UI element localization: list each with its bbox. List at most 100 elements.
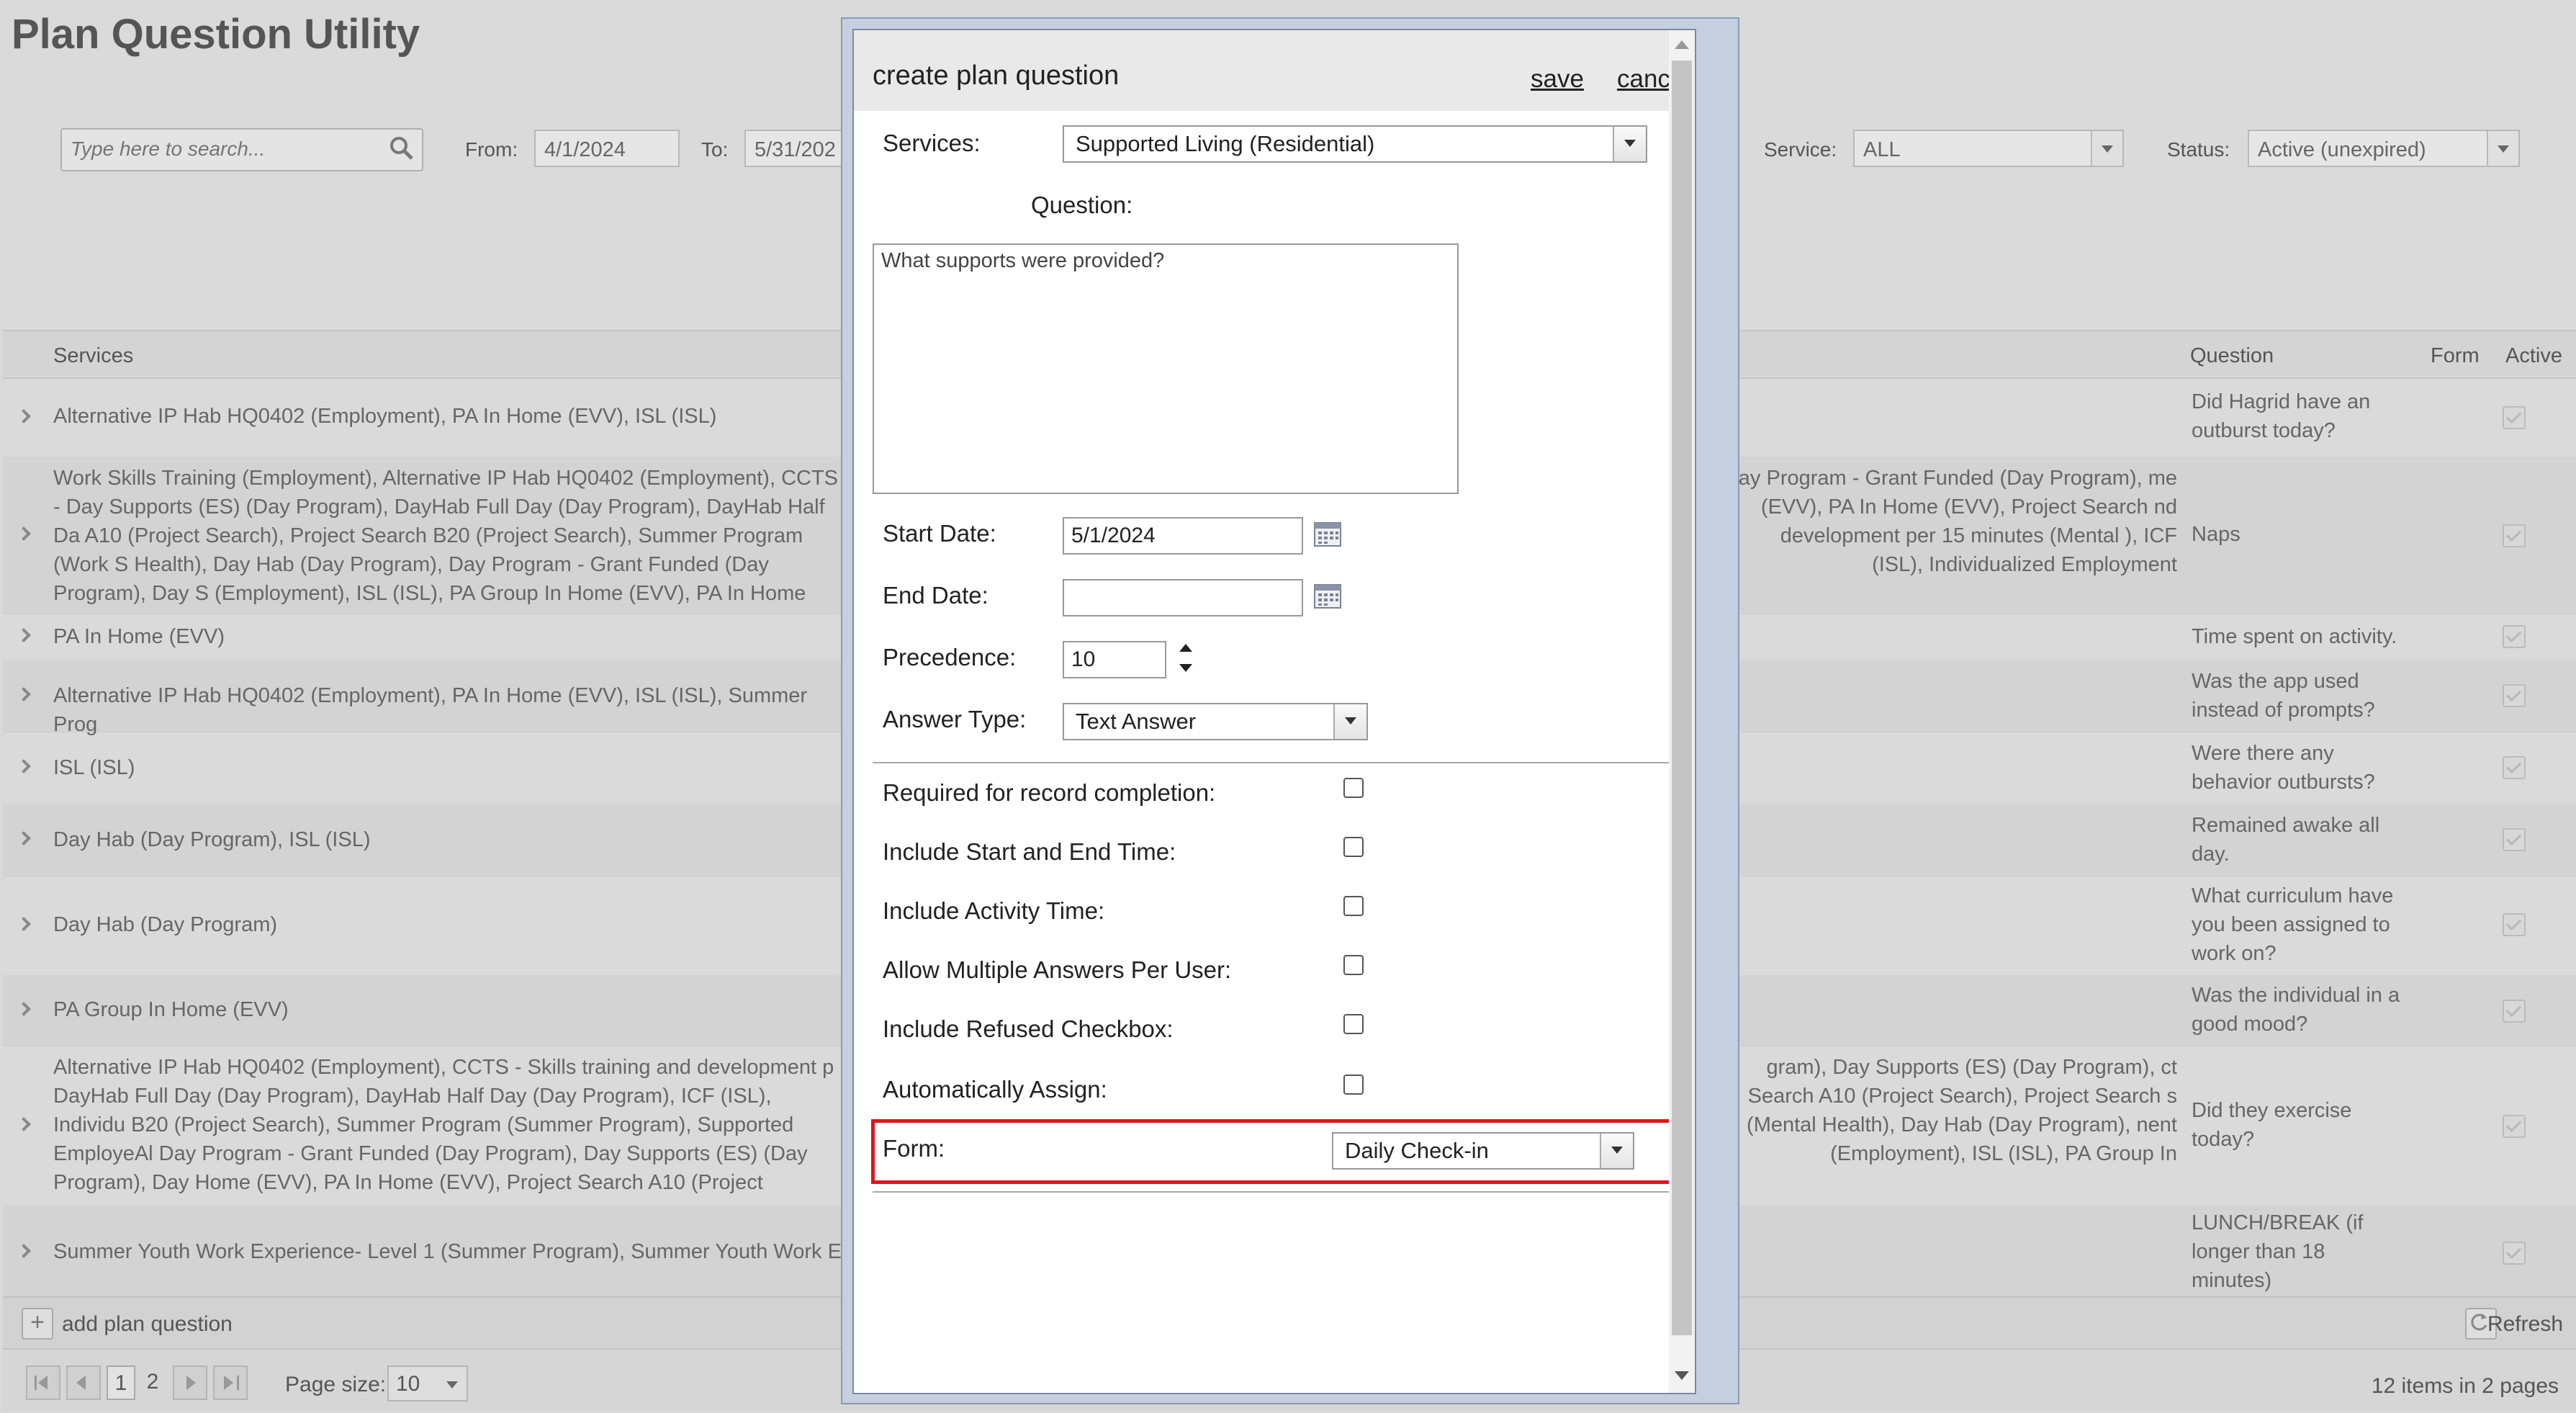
required-for-completion-checkbox[interactable] bbox=[1343, 778, 1364, 798]
refresh-button[interactable]: Refresh bbox=[2487, 1312, 2563, 1337]
add-plan-question-button[interactable]: add plan question bbox=[62, 1312, 233, 1337]
row-question: What curriculum have you been assigned t… bbox=[2192, 884, 2394, 965]
checkbox-label: Automatically Assign: bbox=[883, 1076, 1107, 1103]
row-question: Was the app used instead of prompts? bbox=[2192, 670, 2375, 722]
search-box[interactable] bbox=[60, 128, 423, 171]
expand-row-icon[interactable] bbox=[16, 629, 32, 645]
row-active-checkbox bbox=[2503, 1115, 2526, 1138]
end-date-label: End Date: bbox=[883, 582, 988, 609]
row-services-continued: gram), Day Supports (ES) (Day Program), … bbox=[1747, 1056, 2177, 1165]
create-plan-question-dialog: create plan question save cancel Service… bbox=[841, 17, 1739, 1404]
row-question: LUNCH/BREAK (if longer than 18 minutes) bbox=[2192, 1211, 2364, 1292]
first-page-icon[interactable] bbox=[26, 1365, 60, 1400]
increment-icon[interactable] bbox=[1179, 644, 1192, 652]
row-services: Alternative IP Hab HQ0402 (Employment), … bbox=[53, 405, 717, 428]
start-date-label: Start Date: bbox=[883, 520, 996, 547]
precedence-label: Precedence: bbox=[883, 644, 1017, 670]
service-filter-select[interactable]: ALL bbox=[1853, 130, 2124, 167]
question-textarea[interactable]: What supports were provided? bbox=[873, 243, 1459, 494]
row-active-checkbox bbox=[2503, 684, 2526, 707]
divider bbox=[873, 762, 1679, 763]
expand-row-icon[interactable] bbox=[16, 760, 32, 776]
previous-page-icon[interactable] bbox=[66, 1365, 101, 1400]
status-filter-label: Status: bbox=[2167, 138, 2230, 161]
answer-type-select[interactable]: Text Answer bbox=[1063, 703, 1368, 740]
chevron-down-icon[interactable] bbox=[1613, 127, 1646, 161]
from-label: From: bbox=[465, 138, 518, 161]
dialog-title: create plan question bbox=[873, 60, 1120, 91]
services-select[interactable]: Supported Living (Residential) bbox=[1063, 125, 1647, 163]
row-question: Remained awake all day. bbox=[2192, 814, 2380, 866]
expand-row-icon[interactable] bbox=[16, 410, 32, 426]
row-active-checkbox bbox=[2503, 625, 2526, 648]
expand-row-icon[interactable] bbox=[16, 527, 32, 543]
dialog-scrollbar[interactable] bbox=[1669, 30, 1695, 1393]
allow-multiple-answers-checkbox[interactable] bbox=[1343, 955, 1364, 975]
checkbox-label: Required for record completion: bbox=[883, 779, 1216, 806]
row-active-checkbox bbox=[2503, 913, 2526, 936]
expand-row-icon[interactable] bbox=[16, 688, 32, 704]
page-1-button[interactable]: 1 bbox=[107, 1365, 135, 1400]
column-header-active[interactable]: Active bbox=[2505, 344, 2562, 368]
expand-row-icon[interactable] bbox=[16, 1118, 32, 1134]
row-services-continued: ay Program - Grant Funded (Day Program),… bbox=[1738, 467, 2177, 576]
form-label: Form: bbox=[883, 1135, 945, 1162]
from-date-field[interactable]: 4/1/2024 bbox=[534, 130, 680, 167]
end-date-input[interactable] bbox=[1063, 579, 1303, 616]
dialog-titlebar: create plan question save cancel bbox=[854, 30, 1695, 111]
row-question: Were there any behavior outbursts? bbox=[2192, 742, 2375, 794]
row-services: Alternative IP Hab HQ0402 (Employment), … bbox=[53, 684, 808, 736]
search-icon[interactable] bbox=[389, 135, 415, 161]
row-services: Day Hab (Day Program) bbox=[53, 913, 278, 936]
scroll-down-icon[interactable] bbox=[1675, 1371, 1689, 1380]
calendar-icon[interactable] bbox=[1313, 520, 1342, 547]
scroll-thumb[interactable] bbox=[1672, 60, 1692, 1335]
expand-row-icon[interactable] bbox=[16, 1002, 32, 1018]
page-2-button[interactable]: 2 bbox=[138, 1365, 167, 1400]
start-date-input[interactable] bbox=[1063, 517, 1303, 555]
scroll-up-icon[interactable] bbox=[1675, 40, 1689, 49]
service-filter-value: ALL bbox=[1863, 138, 1901, 161]
expand-row-icon[interactable] bbox=[16, 918, 32, 933]
chevron-down-icon[interactable] bbox=[2091, 131, 2122, 166]
page-size-select[interactable]: 10 bbox=[387, 1365, 468, 1401]
form-value: Daily Check-in bbox=[1345, 1138, 1489, 1163]
row-question: Was the individual in a good mood? bbox=[2192, 984, 2400, 1036]
decrement-icon[interactable] bbox=[1179, 664, 1192, 672]
question-label: Question: bbox=[1031, 192, 1133, 218]
column-header-form[interactable]: Form bbox=[2431, 344, 2480, 368]
page-size-value: 10 bbox=[396, 1372, 420, 1396]
precedence-stepper[interactable] bbox=[1063, 641, 1166, 678]
include-start-end-time-checkbox[interactable] bbox=[1343, 837, 1364, 857]
service-filter-label: Service: bbox=[1764, 138, 1837, 161]
next-page-icon[interactable] bbox=[173, 1365, 207, 1400]
chevron-down-icon[interactable] bbox=[1333, 704, 1366, 739]
include-activity-time-checkbox[interactable] bbox=[1343, 896, 1364, 916]
chevron-down-icon[interactable] bbox=[1600, 1134, 1633, 1168]
row-active-checkbox bbox=[2503, 406, 2526, 429]
chevron-down-icon[interactable] bbox=[2487, 131, 2518, 166]
last-page-icon[interactable] bbox=[213, 1365, 248, 1400]
expand-row-icon[interactable] bbox=[16, 1244, 32, 1260]
automatically-assign-checkbox[interactable] bbox=[1343, 1075, 1364, 1095]
calendar-icon[interactable] bbox=[1313, 582, 1342, 609]
row-question: Did they exercise today? bbox=[2192, 1099, 2352, 1151]
include-refused-checkbox[interactable] bbox=[1343, 1014, 1364, 1034]
status-filter-select[interactable]: Active (unexpired) bbox=[2248, 130, 2520, 167]
to-date-field[interactable]: 5/31/202 bbox=[744, 130, 845, 167]
checkbox-label: Include Start and End Time: bbox=[883, 838, 1176, 865]
column-header-services[interactable]: Services bbox=[53, 344, 133, 368]
row-active-checkbox bbox=[2503, 524, 2526, 547]
expand-row-icon[interactable] bbox=[16, 832, 32, 848]
answer-type-value: Text Answer bbox=[1076, 709, 1197, 734]
row-services: Alternative IP Hab HQ0402 (Employment), … bbox=[53, 1056, 834, 1194]
column-header-question[interactable]: Question bbox=[2190, 344, 2274, 368]
search-input[interactable] bbox=[62, 130, 374, 169]
row-active-checkbox bbox=[2503, 756, 2526, 779]
checkbox-label: Allow Multiple Answers Per User: bbox=[883, 956, 1232, 983]
form-select[interactable]: Daily Check-in bbox=[1332, 1132, 1634, 1170]
items-count: 12 items in 2 pages bbox=[2371, 1374, 2559, 1398]
plus-icon[interactable]: + bbox=[22, 1308, 53, 1340]
row-services: Work Skills Training (Employment), Alter… bbox=[53, 467, 839, 605]
save-button[interactable]: save bbox=[1531, 65, 1584, 94]
